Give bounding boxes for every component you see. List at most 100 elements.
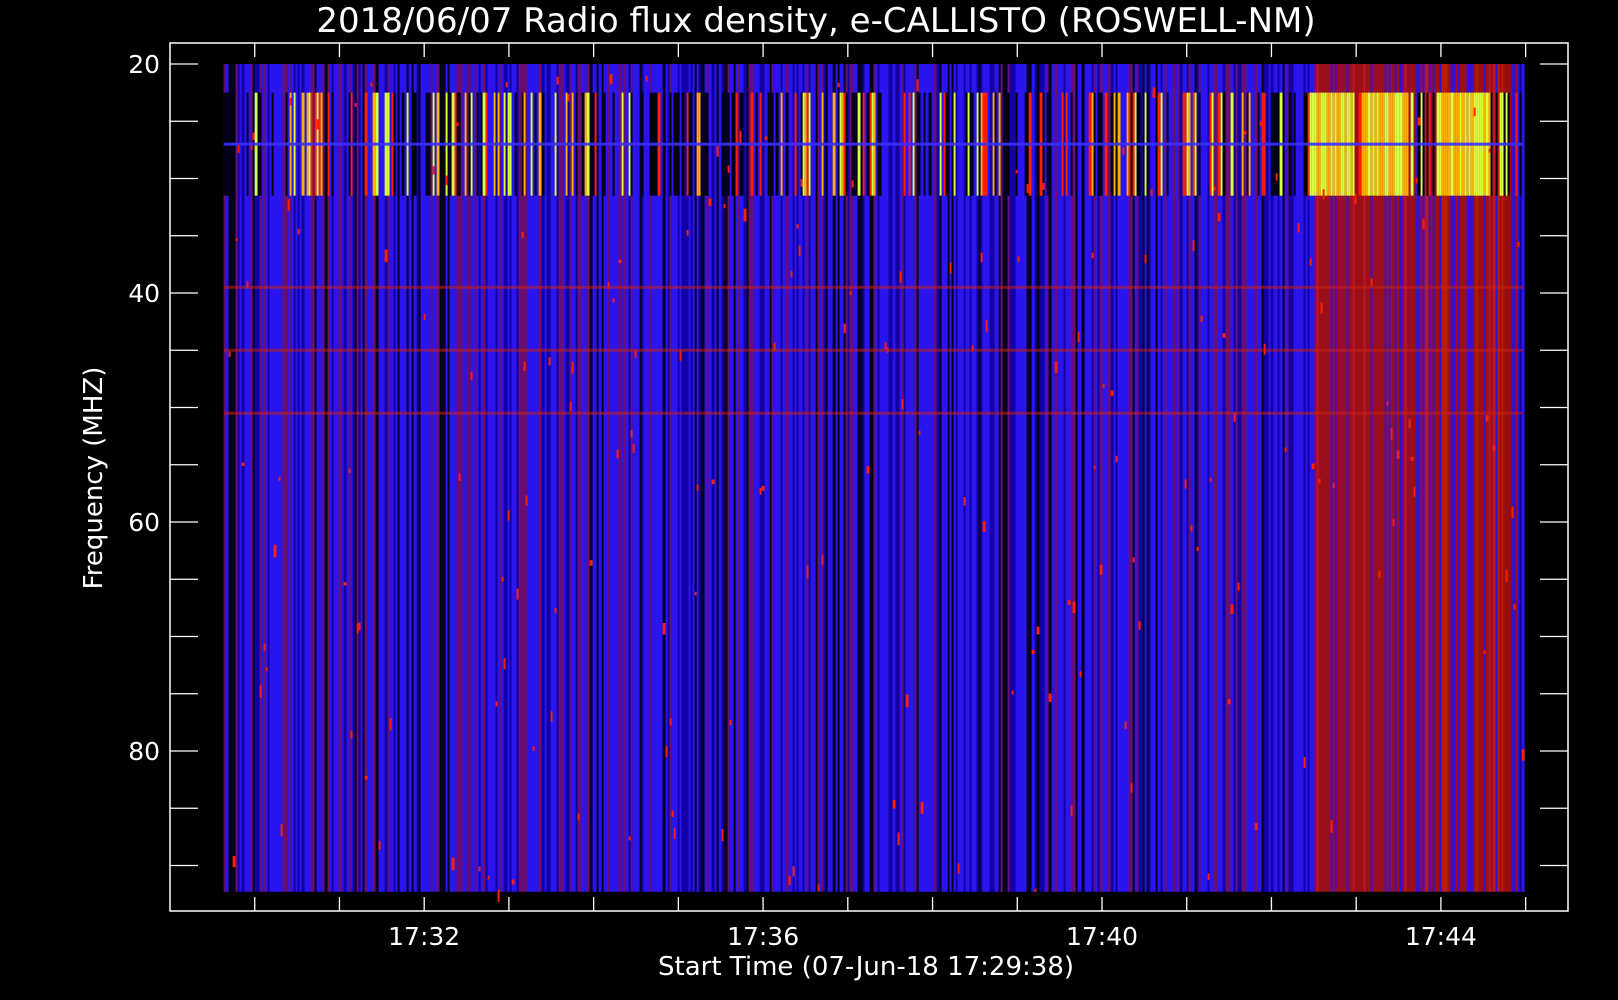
spectrogram-column (875, 64, 878, 892)
speckle (1320, 302, 1323, 314)
spectrogram-column (267, 64, 270, 892)
spectrogram-column (378, 64, 381, 892)
spectrogram-image (223, 64, 1525, 902)
spectrogram-column (1120, 64, 1123, 892)
spectrogram-column (1239, 64, 1242, 892)
spectrogram-column (607, 64, 610, 892)
spectrogram-column (812, 64, 816, 892)
speckle (507, 510, 510, 521)
spectrogram-column (273, 64, 277, 892)
spectrogram-column (487, 64, 490, 892)
spectrogram-column (558, 64, 561, 892)
spectrogram-column (614, 64, 617, 892)
speckle (711, 479, 715, 485)
speckle (671, 810, 674, 818)
spectrogram-column (694, 64, 697, 892)
speckle (458, 473, 461, 482)
spectrogram-column (352, 64, 355, 892)
spectrogram-column (389, 64, 392, 892)
spectrogram-column (1295, 64, 1298, 892)
speckle (1259, 121, 1262, 126)
speckle (252, 132, 255, 141)
spectrogram-column (1408, 64, 1411, 892)
spectrogram-column (322, 64, 325, 892)
speckle (963, 496, 966, 506)
spectrogram-column (552, 64, 555, 892)
speckle (1190, 525, 1193, 532)
speckle (1284, 447, 1287, 452)
spectrogram-column (667, 64, 670, 892)
speckle (358, 622, 361, 631)
spectrogram-column (577, 64, 580, 892)
spectrogram-column (1168, 64, 1171, 892)
x-tick-label: 17:40 (1066, 922, 1138, 951)
speckle (241, 462, 245, 466)
spectrogram-column (723, 64, 726, 892)
speckle (1408, 419, 1411, 429)
speckle (1192, 240, 1195, 252)
speckle (350, 731, 353, 739)
speckle (796, 224, 799, 229)
speckle (1122, 147, 1125, 155)
spectrogram-column (299, 64, 302, 892)
spectrogram-column (895, 64, 898, 892)
speckle (1417, 117, 1421, 126)
speckle (1311, 463, 1315, 470)
speckle (788, 875, 791, 885)
spectrogram-column (1250, 64, 1253, 892)
spectrogram-column (1017, 64, 1020, 892)
spectrogram-column (1054, 64, 1058, 892)
spectrogram-column (511, 64, 515, 892)
speckle (982, 521, 986, 532)
speckle (589, 560, 593, 566)
spectrogram-column (354, 64, 357, 892)
speckle (1132, 557, 1135, 563)
speckle (1511, 506, 1514, 519)
spectrogram-column (478, 64, 481, 892)
speckle (1079, 671, 1082, 677)
speckle (278, 476, 281, 481)
speckle (1396, 450, 1400, 459)
speckle (1015, 170, 1018, 174)
interference-line (223, 285, 1523, 289)
speckle (609, 74, 613, 85)
spectrogram-column (1356, 64, 1359, 892)
speckle (1230, 604, 1234, 614)
speckle (743, 208, 747, 222)
spectrogram-column (532, 64, 535, 892)
spectrogram-column (280, 64, 283, 892)
speckle (1392, 519, 1395, 527)
speckle (259, 685, 262, 698)
spectrogram-column (1200, 64, 1203, 892)
spectrogram-column (901, 64, 904, 892)
spectrogram-column (598, 64, 602, 892)
spectrogram-column (899, 64, 902, 892)
speckle (905, 694, 909, 708)
spectrogram-column (1202, 64, 1206, 892)
spectrogram-column (1072, 64, 1076, 892)
spectrogram-column (1044, 64, 1047, 892)
speckle (1099, 564, 1103, 575)
spectrogram-column (434, 64, 437, 892)
speckle (1227, 699, 1231, 705)
speckle (1130, 782, 1133, 793)
spectrogram-column (333, 64, 336, 892)
spectrogram-column (884, 64, 887, 892)
speckle (1093, 465, 1096, 469)
spectrogram-column (951, 64, 954, 892)
spectrogram-column (276, 64, 279, 892)
spectrogram-column (1434, 64, 1437, 892)
speckle (662, 623, 666, 635)
spectrogram-column (714, 64, 717, 892)
spectrogram-column (1205, 64, 1208, 892)
spectrogram-column (343, 64, 347, 892)
spectrogram-column (1021, 64, 1025, 892)
spectrogram-column (430, 64, 433, 892)
speckle (567, 93, 570, 102)
spectrogram-column (847, 64, 850, 892)
speckle (669, 718, 672, 726)
spectrogram-column (1142, 64, 1145, 892)
spectrogram-column (1521, 64, 1525, 892)
spectrogram-column (546, 64, 549, 892)
spectrogram-column (1354, 64, 1357, 892)
